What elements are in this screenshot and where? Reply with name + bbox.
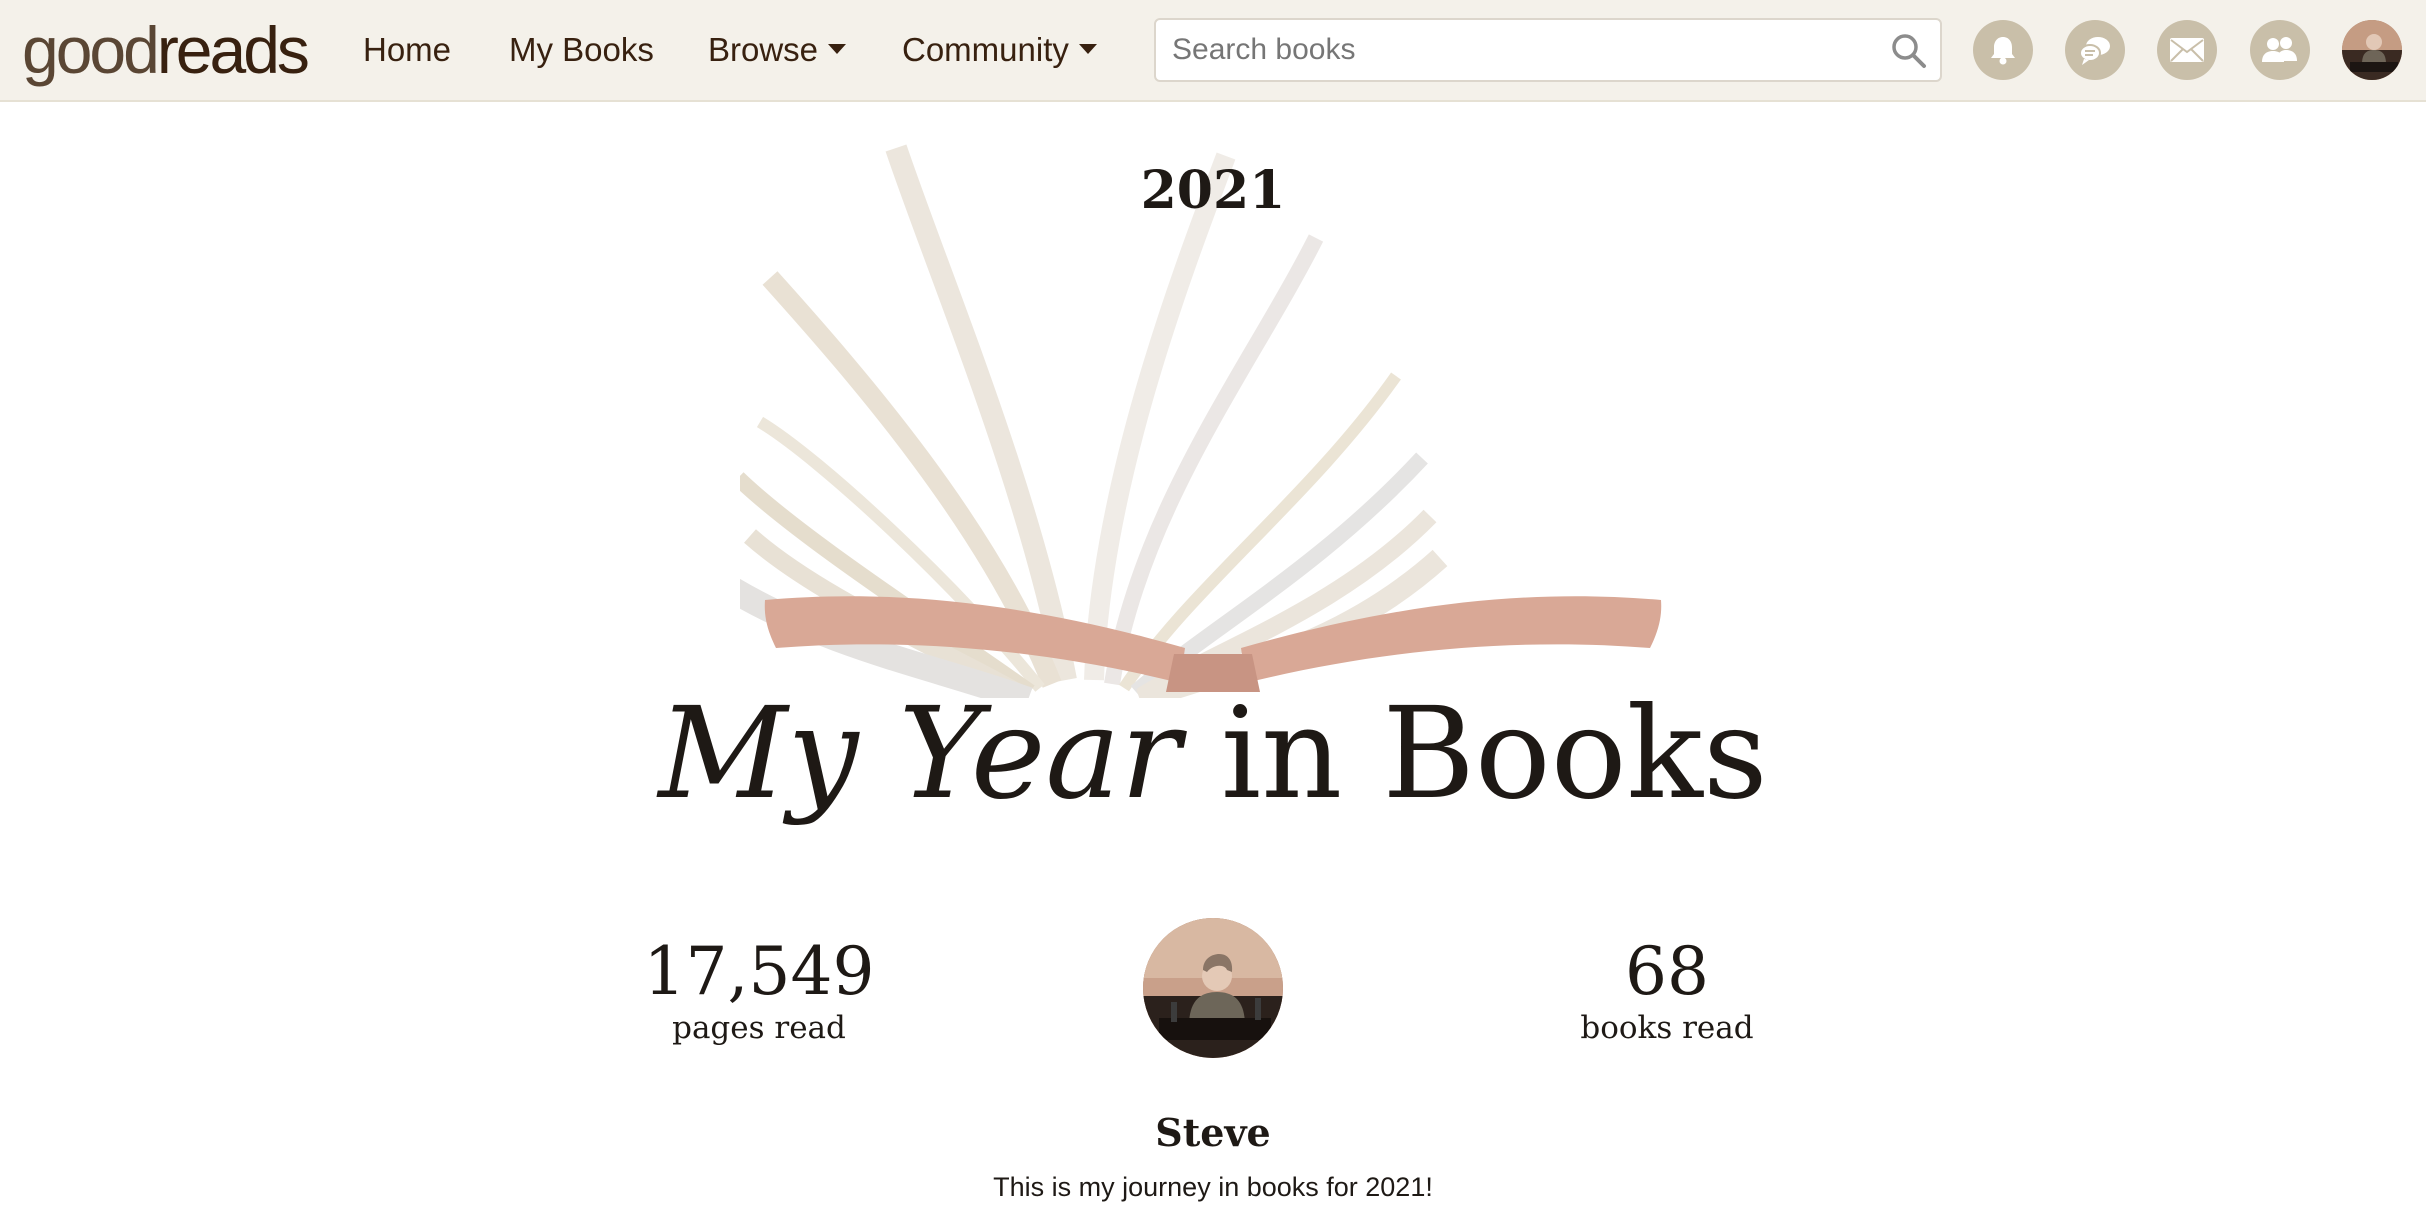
messages-button[interactable] <box>2157 20 2217 80</box>
nav-browse[interactable]: Browse <box>708 22 847 78</box>
books-read-stat: 68 books read <box>1487 933 1847 1047</box>
top-nav-bar: goodreads Home My Books Browse Community <box>0 0 2426 102</box>
avatar <box>2342 20 2402 80</box>
search-box <box>1154 18 1942 82</box>
mail-icon <box>2170 38 2204 62</box>
chevron-down-icon <box>1078 44 1097 55</box>
books-read-label: books read <box>1580 1010 1754 1046</box>
friends-icon <box>2262 37 2297 62</box>
nav-my-books[interactable]: My Books <box>509 22 654 78</box>
chat-icon <box>2079 37 2110 65</box>
nav-community[interactable]: Community <box>902 22 1097 78</box>
profile-photo[interactable] <box>1143 918 1283 1058</box>
profile-tagline: This is my journey in books for 2021! <box>993 1172 1433 1202</box>
books-read-count: 68 <box>1625 933 1709 1010</box>
user-avatar-menu[interactable] <box>2342 20 2402 80</box>
search-input[interactable] <box>1156 20 1876 80</box>
discussions-button[interactable] <box>2065 20 2125 80</box>
friends-button[interactable] <box>2250 20 2310 80</box>
pages-read-count: 17,549 <box>643 933 875 1010</box>
year-label: 2021 <box>1140 160 1286 221</box>
user-name[interactable]: Steve <box>0 1110 2426 1155</box>
goodreads-logo[interactable]: goodreads <box>22 8 310 92</box>
notifications-button[interactable] <box>1973 20 2033 80</box>
chevron-down-icon <box>828 44 847 55</box>
nav-home[interactable]: Home <box>363 22 451 78</box>
bell-icon <box>1991 37 2015 65</box>
page-title: My Year in Books <box>658 680 1768 827</box>
search-icon[interactable] <box>1890 32 1928 70</box>
avatar <box>1143 918 1283 1058</box>
pages-read-label: pages read <box>672 1010 846 1046</box>
pages-read-stat: 17,549 pages read <box>579 933 939 1047</box>
